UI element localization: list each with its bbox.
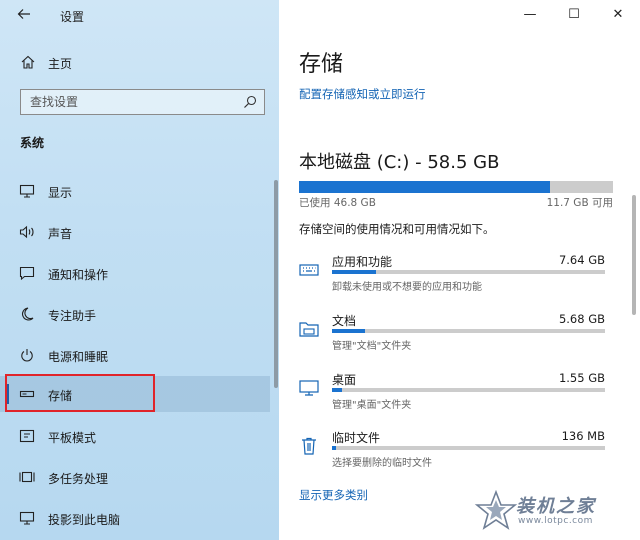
close-button[interactable]: ✕ bbox=[600, 0, 636, 30]
category-name: 应用和功能 bbox=[332, 255, 393, 269]
notification-icon bbox=[19, 266, 35, 280]
watermark: 装机之家 www.lotpc.com bbox=[474, 488, 624, 532]
sidebar-item-label: 专注助手 bbox=[48, 309, 97, 323]
category-bar-fill bbox=[332, 446, 337, 450]
search-input[interactable] bbox=[21, 90, 236, 114]
multitask-icon bbox=[19, 471, 35, 483]
minimize-button[interactable]: — bbox=[512, 0, 548, 30]
search-icon[interactable] bbox=[243, 95, 257, 109]
window-controls: — ☐ ✕ bbox=[510, 0, 640, 30]
category-name: 临时文件 bbox=[332, 431, 381, 445]
settings-search bbox=[20, 89, 265, 115]
page-title: 存储 bbox=[299, 52, 344, 77]
sidebar-scrollbar[interactable] bbox=[274, 180, 278, 388]
category-size: 7.64 GB bbox=[558, 253, 605, 267]
sidebar-item-sound[interactable]: 声音 bbox=[0, 214, 270, 250]
sidebar-item-label: 电源和睡眠 bbox=[48, 350, 109, 364]
watermark-url: www.lotpc.com bbox=[518, 516, 593, 526]
category-bar bbox=[332, 446, 605, 450]
category-bar bbox=[332, 329, 605, 333]
sound-icon bbox=[19, 225, 34, 239]
category-bar bbox=[332, 270, 605, 274]
sidebar-item-power[interactable]: 电源和睡眠 bbox=[0, 337, 270, 373]
sidebar-item-notifications[interactable]: 通知和操作 bbox=[0, 255, 270, 291]
sidebar-item-label: 多任务处理 bbox=[48, 472, 109, 486]
keyboard-icon bbox=[299, 264, 319, 276]
storage-description: 存储空间的使用情况和可用情况如下。 bbox=[299, 222, 495, 236]
title-bar: 设置 bbox=[0, 0, 279, 30]
trash-icon bbox=[302, 437, 316, 455]
disk-title: 本地磁盘 (C:) - 58.5 GB bbox=[299, 152, 500, 173]
sidebar-item-multitasking[interactable]: 多任务处理 bbox=[0, 459, 270, 495]
category-size: 5.68 GB bbox=[558, 312, 605, 326]
category-bar bbox=[332, 388, 605, 392]
display-icon bbox=[19, 184, 35, 198]
storage-page: — ☐ ✕ 存储 配置存储感知或立即运行 本地磁盘 (C:) - 58.5 GB… bbox=[279, 0, 640, 540]
storage-sense-link[interactable]: 配置存储感知或立即运行 bbox=[299, 86, 426, 102]
maximize-button[interactable]: ☐ bbox=[556, 0, 592, 30]
sidebar-item-label: 平板模式 bbox=[48, 431, 97, 445]
category-description: 选择要删除的临时文件 bbox=[332, 458, 432, 469]
app-title: 设置 bbox=[60, 10, 85, 24]
highlight-box bbox=[5, 374, 155, 412]
star-logo-icon bbox=[474, 490, 518, 530]
category-name: 文档 bbox=[332, 314, 357, 328]
disk-usage-bar bbox=[299, 181, 613, 193]
category-bar-fill bbox=[332, 329, 365, 333]
page-scrollbar[interactable] bbox=[632, 195, 636, 315]
home-link[interactable]: 主页 bbox=[0, 50, 279, 76]
moon-icon bbox=[22, 307, 34, 321]
category-size: 136 MB bbox=[561, 429, 605, 443]
back-button[interactable] bbox=[14, 6, 34, 26]
category-name: 桌面 bbox=[332, 373, 357, 387]
tablet-icon bbox=[19, 429, 35, 443]
back-arrow-icon bbox=[17, 9, 30, 19]
category-apps[interactable]: 应用和功能 7.64 GB 卸载未使用或不想要的应用和功能 bbox=[299, 253, 613, 303]
watermark-name: 装机之家 bbox=[516, 496, 596, 517]
category-bar-fill bbox=[332, 388, 342, 392]
project-icon bbox=[19, 511, 35, 525]
sidebar-item-label: 声音 bbox=[48, 227, 73, 241]
home-label: 主页 bbox=[48, 57, 73, 71]
disk-used-label: 已使用 46.8 GB bbox=[299, 197, 376, 209]
category-desktop[interactable]: 桌面 1.55 GB 管理"桌面"文件夹 bbox=[299, 371, 613, 421]
category-bar-fill bbox=[332, 270, 376, 274]
settings-sidebar: 设置 主页 系统 显示 声音 通知和操作 专注助手 电源和睡眠 存储 平板模式 bbox=[0, 0, 279, 540]
category-description: 卸载未使用或不想要的应用和功能 bbox=[332, 282, 482, 293]
sidebar-item-label: 显示 bbox=[48, 186, 73, 200]
sidebar-item-label: 投影到此电脑 bbox=[48, 513, 121, 527]
category-size: 1.55 GB bbox=[558, 371, 605, 385]
show-more-categories-link[interactable]: 显示更多类别 bbox=[299, 487, 368, 503]
sidebar-item-focus-assist[interactable]: 专注助手 bbox=[0, 296, 270, 332]
sidebar-item-label: 通知和操作 bbox=[48, 268, 109, 282]
folder-icon bbox=[299, 322, 319, 337]
sidebar-item-tablet[interactable]: 平板模式 bbox=[0, 418, 270, 454]
category-description: 管理"文档"文件夹 bbox=[332, 341, 412, 352]
disk-usage-fill bbox=[299, 181, 551, 193]
section-title: 系统 bbox=[20, 136, 45, 150]
category-documents[interactable]: 文档 5.68 GB 管理"文档"文件夹 bbox=[299, 312, 613, 362]
monitor-icon bbox=[299, 380, 319, 396]
disk-free-label: 11.7 GB 可用 bbox=[546, 197, 613, 209]
home-icon bbox=[21, 55, 35, 69]
sidebar-item-display[interactable]: 显示 bbox=[0, 173, 270, 209]
power-icon bbox=[21, 349, 33, 362]
category-temp-files[interactable]: 临时文件 136 MB 选择要删除的临时文件 bbox=[299, 429, 613, 479]
category-description: 管理"桌面"文件夹 bbox=[332, 400, 412, 411]
sidebar-item-project[interactable]: 投影到此电脑 bbox=[0, 500, 270, 536]
